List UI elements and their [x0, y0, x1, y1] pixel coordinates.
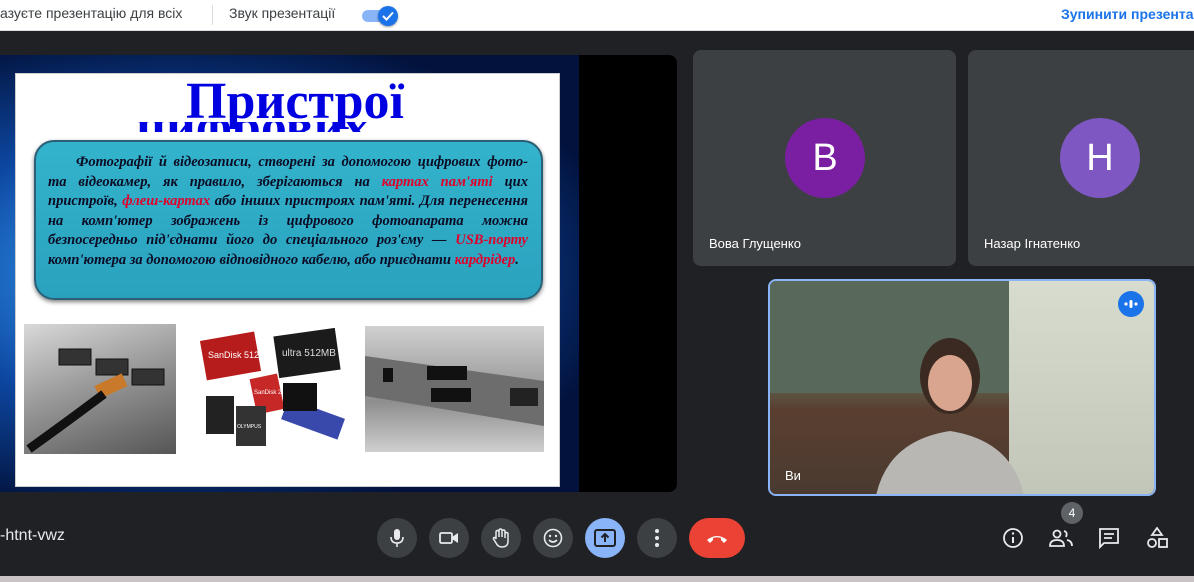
slide: Пристрої цифрових Фотографії й відеозапи…	[0, 55, 579, 492]
participant-name: Назар Ігнатенко	[984, 236, 1081, 251]
chat-icon	[1099, 528, 1119, 549]
camera-icon	[439, 532, 458, 544]
activities-button[interactable]	[1143, 524, 1171, 552]
slide-page: Пристрої цифрових Фотографії й відеозапи…	[15, 73, 560, 487]
stop-presenting-button[interactable]: Зупинити презента	[1061, 6, 1194, 22]
slide-highlight: кардрідер	[454, 251, 516, 268]
presentation-audio-toggle[interactable]	[362, 6, 398, 26]
speaking-icon	[1124, 300, 1138, 308]
emoji-icon	[543, 528, 563, 548]
self-view-tile[interactable]: Ви	[768, 279, 1156, 496]
leave-call-button[interactable]	[689, 518, 745, 558]
check-icon	[382, 11, 394, 21]
memory-cards-photo: SanDisk 512MB ultra 512MB SanDisk 256MB …	[198, 327, 348, 448]
usb-ports-photo	[24, 324, 176, 454]
mic-button[interactable]	[377, 518, 417, 558]
present-button[interactable]	[585, 518, 625, 558]
hand-icon	[492, 528, 509, 548]
participant-name: Вова Глущенко	[709, 236, 801, 251]
person-silhouette	[876, 338, 1024, 494]
avatar: Н	[1060, 118, 1140, 198]
mic-icon	[390, 529, 404, 547]
presentation-audio-label: Звук презентації	[229, 5, 336, 21]
participants-button[interactable]	[1047, 524, 1075, 552]
card-label: OLYMPUS	[237, 424, 262, 430]
card-label: SanDisk 512MB	[208, 350, 273, 360]
raise-hand-button[interactable]	[481, 518, 521, 558]
toggle-knob	[378, 6, 398, 26]
hangup-icon	[707, 536, 727, 543]
chat-button[interactable]	[1095, 524, 1123, 552]
activities-icon	[1147, 527, 1168, 548]
emoji-reaction-button[interactable]	[533, 518, 573, 558]
slide-highlight: картах пам'яті	[381, 173, 493, 190]
presenting-message: азуєте презентацію для всіх	[0, 5, 183, 21]
speaking-indicator	[1118, 291, 1144, 317]
meeting-code: -htnt-vwz	[0, 527, 65, 544]
slide-title-second-line: цифрових	[136, 122, 456, 132]
participants-count-badge: 4	[1061, 502, 1083, 524]
slide-text-part: .	[515, 251, 519, 268]
more-options-button[interactable]	[637, 518, 677, 558]
slide-paragraph: Фотографії й відеозаписи, створені за до…	[48, 153, 528, 270]
info-icon	[1003, 528, 1023, 548]
people-icon	[1049, 529, 1073, 547]
camera-button[interactable]	[429, 518, 469, 558]
divider	[212, 5, 213, 25]
participant-tile[interactable]: Н Назар Ігнатенко	[968, 50, 1194, 266]
bottom-controls: -htnt-vwz	[0, 510, 1194, 566]
more-icon	[655, 529, 659, 547]
presentation-stage: Пристрої цифрових Фотографії й відеозапи…	[0, 55, 677, 492]
slide-highlight: флеш-картах	[122, 193, 211, 209]
presenting-bar: азуєте презентацію для всіх Звук презент…	[0, 0, 1194, 31]
card-label: ultra 512MB	[282, 348, 336, 359]
participant-tile[interactable]: В Вова Глущенко	[693, 50, 956, 266]
slide-text-part: комп'ютера за допомогою відповідного каб…	[48, 251, 455, 268]
slide-text-box: Фотографії й відеозаписи, створені за до…	[34, 140, 543, 300]
meeting-info-button[interactable]	[999, 524, 1027, 552]
avatar: В	[785, 118, 865, 198]
taskbar-edge	[0, 576, 1194, 582]
slide-title-second-text: цифрових	[136, 122, 456, 132]
present-icon	[594, 529, 616, 547]
self-name: Ви	[785, 468, 801, 483]
slide-highlight: USB-порту	[455, 232, 528, 248]
laptop-ports-photo	[365, 326, 544, 452]
